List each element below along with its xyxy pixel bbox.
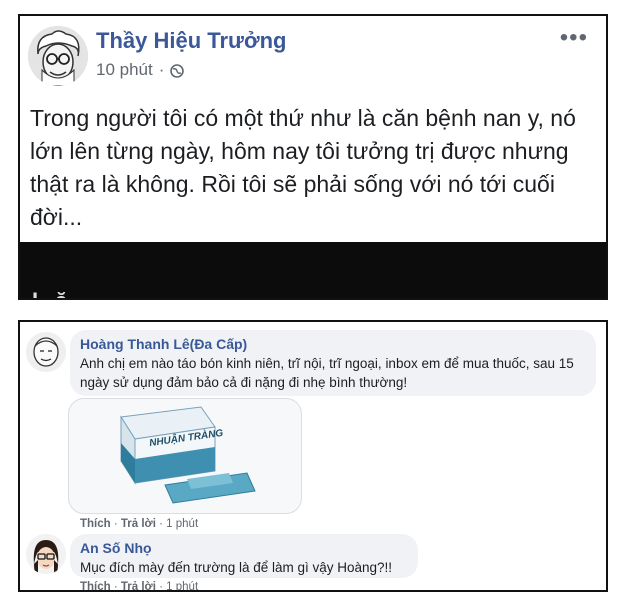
post-time[interactable]: 10 phút xyxy=(96,60,153,80)
comment-text: Mục đích mày đến trường là để làm gì vậy… xyxy=(80,560,393,575)
commenter-avatar[interactable] xyxy=(26,332,66,372)
post-meta: 10 phút · xyxy=(96,60,185,80)
meta-separator: · xyxy=(158,60,165,79)
comment-text: Anh chị em nào táo bón kinh niên, trĩ nộ… xyxy=(80,356,574,390)
commenter-avatar[interactable] xyxy=(26,534,66,574)
post-card: Thầy Hiệu Trưởng 10 phút · ••• Trong ngư… xyxy=(18,14,608,300)
comment-bubble: Hoàng Thanh Lê(Đa Cấp) Anh chị em nào tá… xyxy=(70,330,596,396)
comment-bubble: An Số Nhọ Mục đích mày đến trường là để … xyxy=(70,534,418,578)
comment-time[interactable]: 1 phút xyxy=(166,581,198,590)
like-link[interactable]: Thích xyxy=(80,581,111,590)
comment-author[interactable]: An Số Nhọ xyxy=(80,540,408,556)
post-text: Trong người tôi có một thứ như là căn bệ… xyxy=(30,105,576,230)
reply-link[interactable]: Trả lời xyxy=(121,518,156,530)
like-link[interactable]: Thích xyxy=(80,518,111,530)
post-author-name[interactable]: Thầy Hiệu Trưởng xyxy=(96,28,286,54)
comment-author[interactable]: Hoàng Thanh Lê(Đa Cấp) xyxy=(80,336,586,352)
author-avatar[interactable] xyxy=(28,26,88,86)
more-options-icon[interactable]: ••• xyxy=(560,24,588,52)
media-caption: L ă xyxy=(32,288,69,298)
reply-link[interactable]: Trả lời xyxy=(121,581,156,590)
comment-image[interactable]: NHUẬN TRÀNG xyxy=(68,398,302,514)
comment-time[interactable]: 1 phút xyxy=(166,518,198,530)
comment-actions: Thích · Trả lời · 1 phút xyxy=(80,518,199,530)
post-media[interactable]: L ă xyxy=(20,242,606,298)
globe-icon xyxy=(170,63,185,78)
comments-card: Hoàng Thanh Lê(Đa Cấp) Anh chị em nào tá… xyxy=(18,320,608,592)
comment-actions: Thích · Trả lời · 1 phút xyxy=(80,581,199,592)
